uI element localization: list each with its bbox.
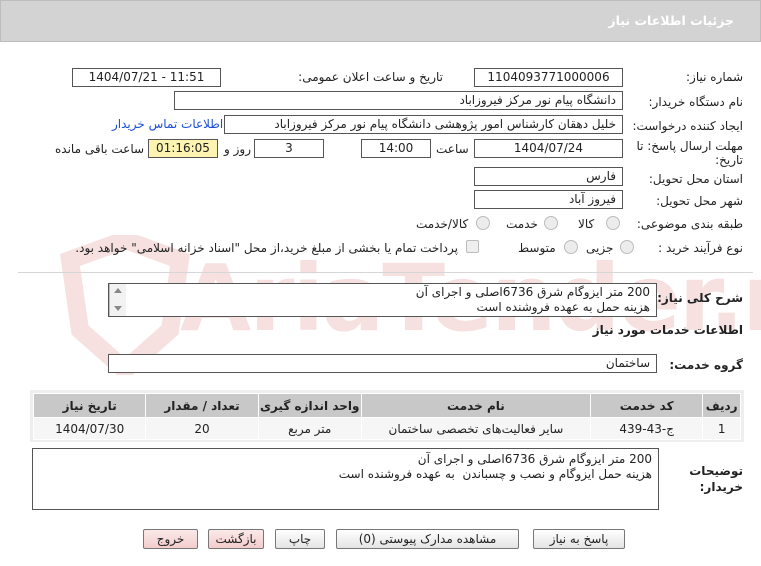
page-title: جزئیات اطلاعات نیاز bbox=[608, 13, 734, 28]
scroll-down-icon[interactable] bbox=[114, 306, 122, 311]
buyer-notes-line-2: هزینه حمل ایزوگام و نصب و چسباندن به عهد… bbox=[338, 467, 652, 481]
services-table: ردیف کد خدمت نام خدمت واحد اندازه گیری ت… bbox=[32, 393, 741, 440]
city-label: شهر محل تحویل: bbox=[656, 194, 743, 208]
category-label: طبقه بندی موضوعی: bbox=[636, 217, 743, 231]
col-quantity: تعداد / مقدار bbox=[145, 393, 259, 418]
creator-field: خلیل دهقان کارشناس امور پژوهشی دانشگاه پ… bbox=[224, 115, 623, 134]
cell-row: 1 bbox=[702, 417, 741, 440]
deadline-label: مهلت ارسال پاسخ: تا bbox=[636, 139, 743, 153]
need-number-label: شماره نیاز: bbox=[686, 70, 743, 84]
deadline-time-field: 14:00 bbox=[361, 139, 431, 158]
buyer-notes-label-2: خریدار: bbox=[699, 480, 743, 494]
col-need-date: تاریخ نیاز bbox=[32, 393, 147, 418]
buyer-contact-link[interactable]: اطلاعات تماس خریدار bbox=[112, 117, 223, 131]
treasury-payment-note: پرداخت تمام یا بخشی از مبلغ خرید،از محل … bbox=[75, 241, 458, 255]
remaining-time-field: 01:16:05 bbox=[148, 139, 218, 158]
services-section-title: اطلاعات خدمات مورد نیاز bbox=[592, 323, 743, 337]
col-service-name: نام خدمت bbox=[360, 393, 592, 418]
general-desc-label: شرح کلی نیاز: bbox=[657, 291, 743, 305]
col-unit: واحد اندازه گیری bbox=[257, 393, 362, 418]
title-bar: جزئیات اطلاعات نیاز bbox=[0, 0, 761, 42]
process-option-minor-radio[interactable] bbox=[620, 240, 634, 254]
time-label: ساعت bbox=[436, 142, 469, 156]
announce-field: 1404/07/21 - 11:51 bbox=[72, 68, 221, 87]
col-row: ردیف bbox=[702, 393, 741, 418]
process-option-medium-label: متوسط bbox=[518, 241, 556, 255]
category-option-goods-label: کالا bbox=[578, 217, 595, 231]
general-desc-line-1: 200 متر ایزوگام شرق 6736اصلی و اجرای آن bbox=[415, 285, 650, 299]
services-table-header: ردیف کد خدمت نام خدمت واحد اندازه گیری ت… bbox=[32, 393, 741, 418]
back-button[interactable]: بازگشت bbox=[208, 529, 264, 549]
announce-label: تاریخ و ساعت اعلان عمومی: bbox=[298, 70, 443, 84]
service-group-label: گروه خدمت: bbox=[669, 358, 743, 372]
cell-quantity: 20 bbox=[145, 417, 259, 440]
buyer-field: دانشگاه پیام نور مرکز فیروزاباد bbox=[174, 91, 623, 110]
deadline-date-field: 1404/07/24 bbox=[474, 139, 623, 158]
cell-service-code: ج-43-439 bbox=[590, 417, 704, 440]
service-group-field: ساختمان bbox=[108, 354, 657, 373]
days-label: روز و bbox=[224, 142, 251, 156]
deadline-label-2: تاریخ: bbox=[715, 153, 743, 167]
process-option-medium-radio[interactable] bbox=[564, 240, 578, 254]
buyer-notes-line-1: 200 متر ایزوگام شرق 6736اصلی و اجرای آن bbox=[417, 452, 652, 466]
print-button[interactable]: چاپ bbox=[275, 529, 325, 549]
province-field: فارس bbox=[474, 167, 623, 186]
category-option-goods-radio[interactable] bbox=[606, 216, 620, 230]
cell-service-name: سایر فعالیت‌های تخصصی ساختمان bbox=[360, 417, 592, 440]
creator-label: ایجاد کننده درخواست: bbox=[632, 119, 743, 133]
category-option-service-label: خدمت bbox=[506, 217, 538, 231]
treasury-payment-checkbox[interactable] bbox=[466, 240, 479, 253]
reply-button[interactable]: پاسخ به نیاز bbox=[533, 529, 625, 549]
buyer-label: نام دستگاه خریدار: bbox=[648, 95, 744, 109]
general-desc-line-2: هزینه حمل به عهده فروشنده است bbox=[476, 300, 651, 314]
buyer-notes-textarea[interactable]: 200 متر ایزوگام شرق 6736اصلی و اجرای آن ه… bbox=[32, 448, 659, 510]
remaining-label: ساعت باقی مانده bbox=[55, 142, 145, 156]
city-field: فیروز آباد bbox=[474, 190, 623, 209]
buyer-notes-label: توضیحات bbox=[689, 464, 743, 478]
section-divider bbox=[18, 272, 753, 273]
need-number-field: 1104093771000006 bbox=[474, 68, 623, 87]
process-label: نوع فرآیند خرید : bbox=[658, 241, 743, 255]
cell-need-date: 1404/07/30 bbox=[32, 417, 147, 440]
process-option-minor-label: جزیی bbox=[586, 241, 614, 255]
province-label: استان محل تحویل: bbox=[648, 172, 743, 186]
category-option-service-radio[interactable] bbox=[544, 216, 558, 230]
cell-unit: متر مربع bbox=[257, 417, 362, 440]
col-service-code: کد خدمت bbox=[590, 393, 704, 418]
category-option-both-label: کالا/خدمت bbox=[416, 217, 469, 231]
scroll-up-icon[interactable] bbox=[114, 288, 122, 293]
general-desc-textarea[interactable]: 200 متر ایزوگام شرق 6736اصلی و اجرای آن ه… bbox=[108, 283, 657, 317]
category-option-both-radio[interactable] bbox=[476, 216, 490, 230]
table-row: 1 ج-43-439 سایر فعالیت‌های تخصصی ساختمان… bbox=[32, 417, 741, 440]
exit-button[interactable]: خروج bbox=[143, 529, 198, 549]
general-desc-scrollbar[interactable] bbox=[109, 284, 126, 316]
days-field: 3 bbox=[254, 139, 324, 158]
view-attachments-button[interactable]: مشاهده مدارک پیوستی (0) bbox=[336, 529, 519, 549]
